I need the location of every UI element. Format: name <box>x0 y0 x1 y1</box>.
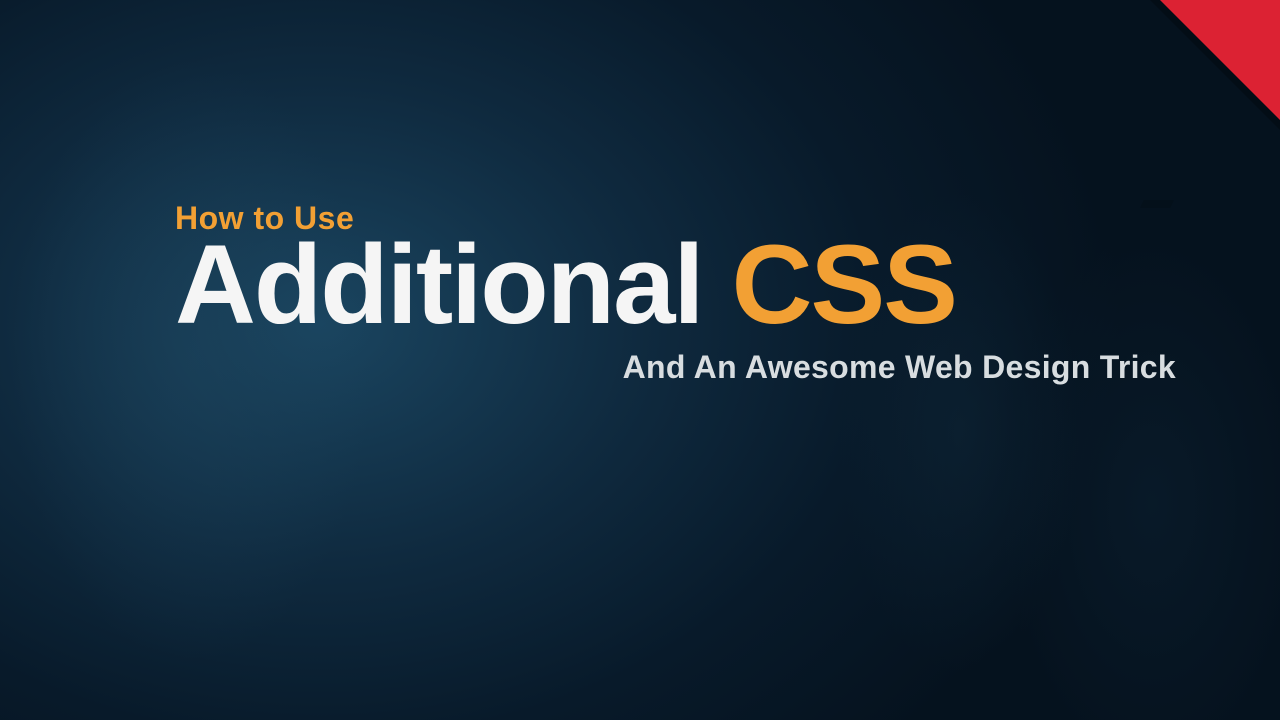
corner-ribbon <box>1160 0 1280 120</box>
headline: Additional CSS <box>175 229 1180 341</box>
subline-text: And An Awesome Web Design Trick <box>175 349 1180 386</box>
headline-part2: CSS <box>732 222 956 347</box>
title-block: How to Use Additional CSS And An Awesome… <box>175 200 1180 386</box>
headline-part1: Additional <box>175 222 702 347</box>
